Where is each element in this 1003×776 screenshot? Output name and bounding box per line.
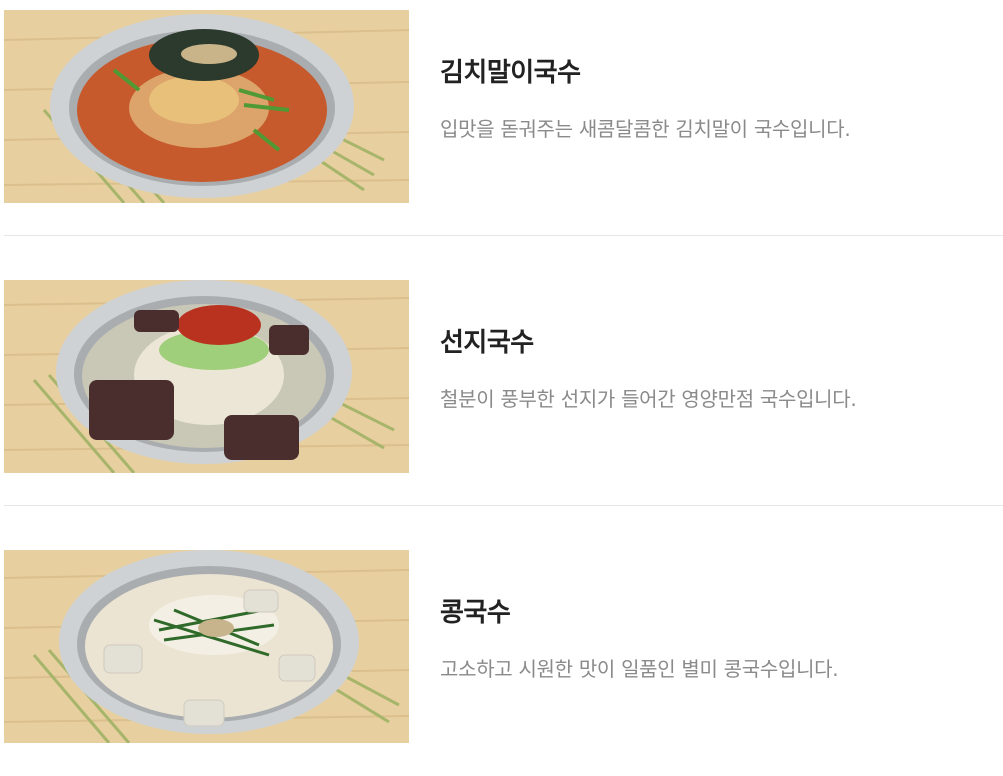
item-divider (4, 505, 1003, 506)
soy-milk-noodle-illustration (4, 550, 409, 743)
seonji-noodle-illustration (4, 280, 409, 473)
menu-item-name: 김치말이국수 (440, 58, 581, 88)
kimchi-mari-noodle-illustration (4, 10, 409, 203)
menu-item-description: 고소하고 시원한 맛이 일품인 별미 콩국수입니다. (440, 657, 839, 681)
seonji-noodle-photo[interactable] (4, 280, 409, 473)
soy-milk-noodle-photo[interactable] (4, 550, 409, 743)
item-divider (4, 235, 1003, 236)
menu-item-kong-guksu[interactable]: 콩국수 고소하고 시원한 맛이 일품인 별미 콩국수입니다. (0, 540, 1003, 776)
menu-item-name: 선지국수 (440, 328, 534, 358)
kimchi-mari-noodle-photo[interactable] (4, 10, 409, 203)
menu-item-kimchi-mari-guksu[interactable]: 김치말이국수 입맛을 돋궈주는 새콤달콤한 김치말이 국수입니다. (0, 0, 1003, 236)
menu-item-description: 입맛을 돋궈주는 새콤달콤한 김치말이 국수입니다. (440, 117, 851, 141)
menu-item-name: 콩국수 (440, 598, 511, 628)
menu-item-seonji-guksu[interactable]: 선지국수 철분이 풍부한 선지가 들어간 영양만점 국수입니다. (0, 270, 1003, 506)
menu-item-description: 철분이 풍부한 선지가 들어간 영양만점 국수입니다. (440, 387, 857, 411)
menu-list: 김치말이국수 입맛을 돋궈주는 새콤달콤한 김치말이 국수입니다. 선지국수 철… (0, 0, 1003, 755)
